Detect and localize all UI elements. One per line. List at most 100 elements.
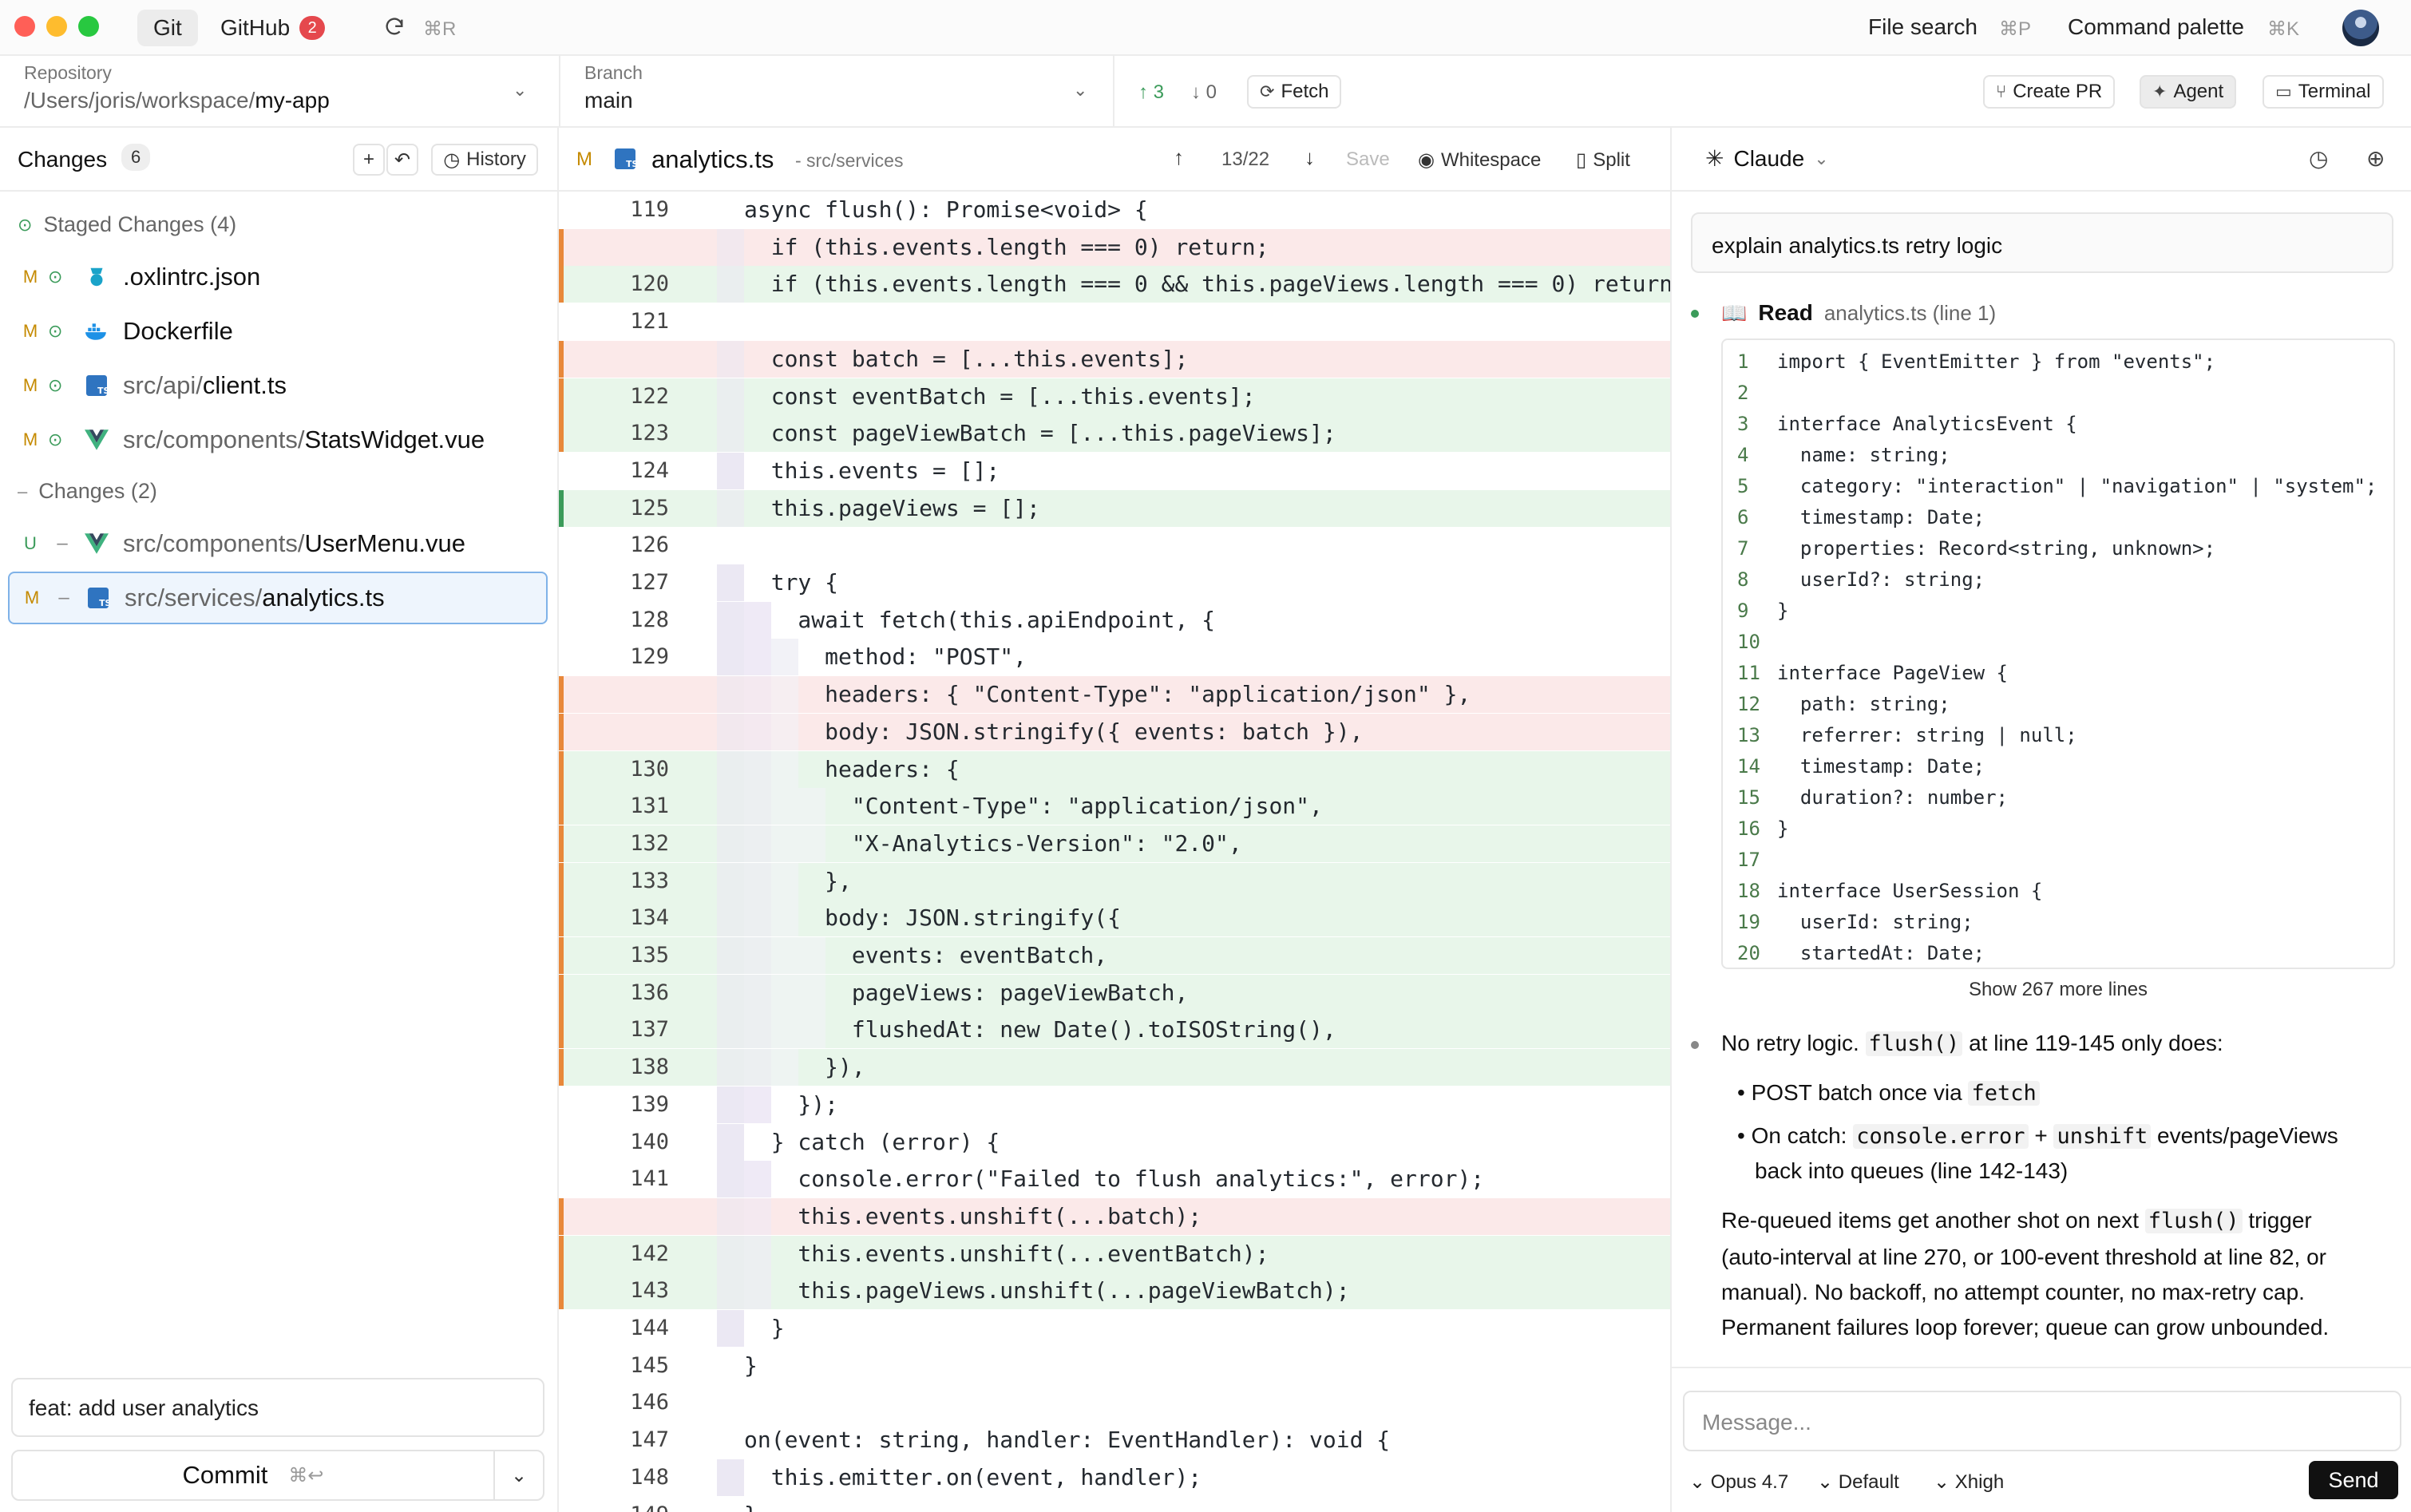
oxlint-icon <box>85 265 109 289</box>
unstaged-changes-group[interactable]: – Changes (2) <box>18 479 157 504</box>
typescript-icon: TS <box>86 586 110 610</box>
command-palette-button[interactable]: Command palette <box>2068 14 2244 40</box>
minimize-window-button[interactable] <box>46 16 67 37</box>
staged-changes-group[interactable]: ⊙ Staged Changes (4) <box>18 212 236 237</box>
code-text: "Content-Type": "application/json", <box>744 793 1323 820</box>
mode-selector[interactable]: ⌄ Default <box>1817 1470 1899 1494</box>
history-button[interactable]: ◷ History <box>431 144 538 176</box>
code-text: interface PageView { <box>1777 662 2008 684</box>
file-name: Dockerfile <box>123 317 233 345</box>
agent-label: Agent <box>2173 81 2224 102</box>
indent-guide <box>717 1086 744 1123</box>
file-item[interactable]: M ⊙ src/components/StatsWidget.vue <box>8 414 548 466</box>
model-label: Opus 4.7 <box>1710 1471 1789 1493</box>
diff-line-ctx: 140 } catch (error) { <box>559 1123 1670 1161</box>
code-text: this.events = []; <box>744 457 1000 484</box>
commit-message-input[interactable]: feat: add user analytics <box>11 1378 544 1437</box>
history-icon[interactable]: ◷ <box>2309 145 2328 172</box>
check-circle-icon: ⊙ <box>48 267 63 287</box>
file-status: M <box>22 429 38 449</box>
file-status: M <box>24 588 40 608</box>
bullet-item: • On catch: console.error + unshift even… <box>1737 1118 2338 1154</box>
file-item[interactable]: M ⊙ .oxlintrc.json <box>8 251 548 303</box>
diff-lines[interactable]: 119 async flush(): Promise<void> { if (th… <box>559 192 1670 1512</box>
code-text: flushedAt: new Date().toISOString(), <box>744 1016 1336 1043</box>
changes-panel: Changes 6 + ↶ ◷ History ⊙ Staged Changes … <box>0 128 559 1512</box>
indent-guide <box>717 452 744 489</box>
code-text: const eventBatch = [...this.events]; <box>744 382 1256 410</box>
file-search-button[interactable]: File search <box>1868 14 1977 40</box>
commit-shortcut: ⌘↩ <box>288 1464 324 1486</box>
diff-line-add: 135 events: eventBatch, <box>559 937 1670 974</box>
line-number: 120 <box>630 271 669 297</box>
indent-guide <box>717 340 744 378</box>
line-number: 132 <box>630 830 669 856</box>
save-button[interactable]: Save <box>1346 148 1390 171</box>
split-view-toggle[interactable]: ▯ Split <box>1576 148 1630 172</box>
history-icon: ◷ <box>443 148 461 171</box>
file-item-selected[interactable]: M – TS src/services/analytics.ts <box>8 572 548 624</box>
staged-changes-label: Staged Changes (4) <box>43 212 237 236</box>
chevron-down-icon[interactable]: ⌄ <box>1073 80 1087 101</box>
bullet-icon: • <box>1737 1123 1745 1148</box>
check-circle-icon: ⊙ <box>48 375 63 395</box>
refresh-icon: ⟳ <box>1260 81 1275 101</box>
send-button[interactable]: Send <box>2309 1461 2398 1499</box>
line-number: 126 <box>630 532 669 558</box>
stage-all-button[interactable]: + <box>353 144 385 176</box>
line-number: 20 <box>1737 942 1760 964</box>
line-number: 18 <box>1737 880 1760 902</box>
refresh-button[interactable] <box>378 11 410 43</box>
code-text: headers: { <box>744 755 960 782</box>
code-text: if (this.events.length === 0) return; <box>744 233 1269 260</box>
branch-selector[interactable]: main <box>584 88 633 113</box>
create-pr-button[interactable]: ⑂ Create PR <box>1983 75 2116 109</box>
commit-button[interactable]: Commit ⌘↩ <box>11 1450 495 1501</box>
arrow-down-icon: ↓ <box>1191 81 1201 103</box>
file-item[interactable]: M ⊙ TS src/api/client.ts <box>8 359 548 412</box>
line-number: 129 <box>630 644 669 670</box>
next-change-button[interactable]: ↓ <box>1304 145 1315 170</box>
code-text: timestamp: Date; <box>1777 506 1985 528</box>
repository-selector[interactable]: /Users/joris/workspace/my-app <box>24 88 330 113</box>
agent-button[interactable]: ✦ Agent <box>2140 75 2237 109</box>
new-chat-icon[interactable]: ⊕ <box>2366 145 2385 172</box>
preview-code-line: 20 startedAt: Date; <box>1723 938 1985 968</box>
tab-git[interactable]: Git <box>137 10 198 46</box>
file-item[interactable]: M ⊙ Dockerfile <box>8 305 548 358</box>
tab-github[interactable]: GitHub 2 <box>204 10 341 46</box>
file-item[interactable]: U – src/components/UserMenu.vue <box>8 517 548 570</box>
previous-change-button[interactable]: ↑ <box>1174 145 1184 170</box>
github-notification-badge: 2 <box>299 16 326 40</box>
repository-label: Repository <box>24 62 112 83</box>
user-avatar[interactable] <box>2342 10 2379 46</box>
dash-icon: – <box>18 481 28 501</box>
whitespace-toggle[interactable]: ◉ Whitespace <box>1418 148 1541 172</box>
read-tool-call[interactable]: 📖 Read analytics.ts (line 1) <box>1721 300 1996 326</box>
line-number: 131 <box>630 794 669 819</box>
show-more-lines-button[interactable]: Show 267 more lines <box>1721 979 2395 1001</box>
message-input[interactable]: Message... <box>1683 1391 2401 1451</box>
indent-guide <box>717 489 744 527</box>
model-selector[interactable]: ⌄ Opus 4.7 <box>1689 1470 1788 1494</box>
indent-guide <box>717 378 744 415</box>
file-name: .oxlintrc.json <box>123 263 261 291</box>
discard-all-button[interactable]: ↶ <box>386 144 418 176</box>
commit-options-button[interactable]: ⌄ <box>493 1450 544 1501</box>
indent-guide <box>717 750 744 788</box>
change-position: 13/22 <box>1221 148 1270 170</box>
answer-intro: No retry logic. flush() at line 119-145 … <box>1721 1025 2223 1062</box>
fetch-button[interactable]: ⟳ Fetch <box>1247 75 1342 109</box>
terminal-button[interactable]: ▭ Terminal <box>2263 75 2384 109</box>
close-window-button[interactable] <box>14 16 35 37</box>
zoom-window-button[interactable] <box>78 16 99 37</box>
effort-selector[interactable]: ⌄ Xhigh <box>1934 1470 2004 1494</box>
assistant-selector[interactable]: ✳ Claude ⌄ <box>1705 145 1829 172</box>
indent-guide <box>717 900 744 937</box>
line-number: 16 <box>1737 817 1760 840</box>
refresh-shortcut: ⌘R <box>423 18 457 40</box>
chevron-down-icon[interactable]: ⌄ <box>513 80 527 101</box>
diff-line-del: this.events.unshift(...batch); <box>559 1197 1670 1235</box>
line-number <box>559 341 669 378</box>
vue-icon <box>85 532 109 556</box>
